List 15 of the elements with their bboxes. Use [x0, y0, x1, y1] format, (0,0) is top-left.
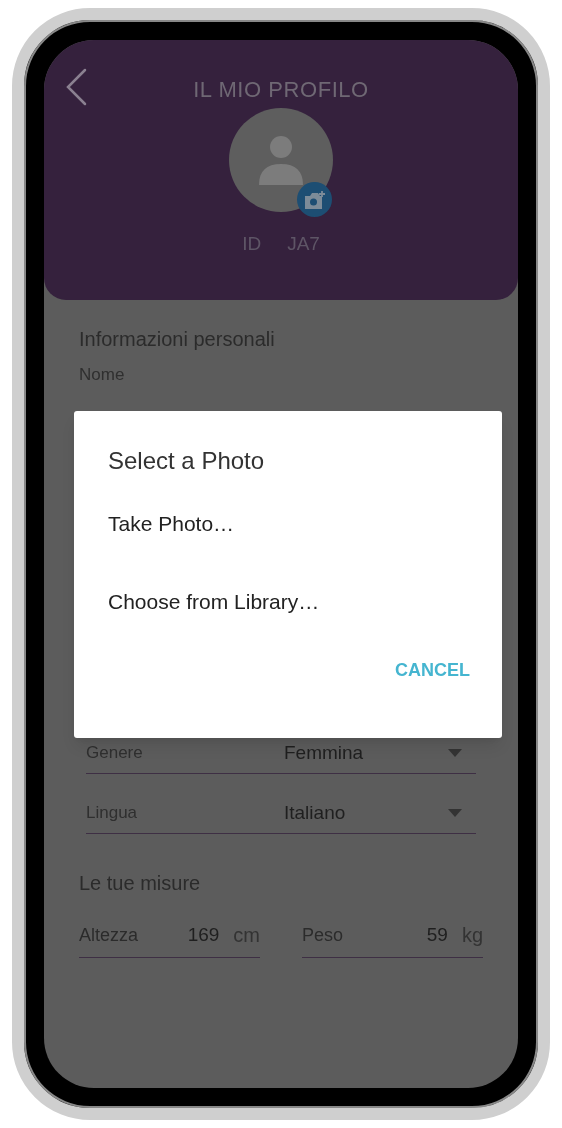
dialog-option[interactable]: Choose from Library… [108, 589, 468, 615]
cancel-button[interactable]: CANCEL [395, 657, 470, 684]
add-photo-button[interactable] [297, 182, 332, 217]
dialog-option[interactable]: Take Photo… [108, 511, 468, 537]
back-icon[interactable] [65, 68, 87, 106]
dialog-title: Select a Photo [108, 447, 266, 475]
page-title: IL MIO PROFILO [193, 78, 369, 102]
field-value: Italiano [284, 800, 347, 825]
field-value: 169 [187, 922, 220, 947]
dropdown-arrow-icon [448, 749, 462, 757]
dropdown-arrow-icon [448, 809, 462, 817]
camera-icon [303, 189, 326, 210]
person-icon [259, 135, 303, 185]
field-value: 59 [426, 922, 448, 947]
field-value: Femmina [284, 740, 365, 765]
